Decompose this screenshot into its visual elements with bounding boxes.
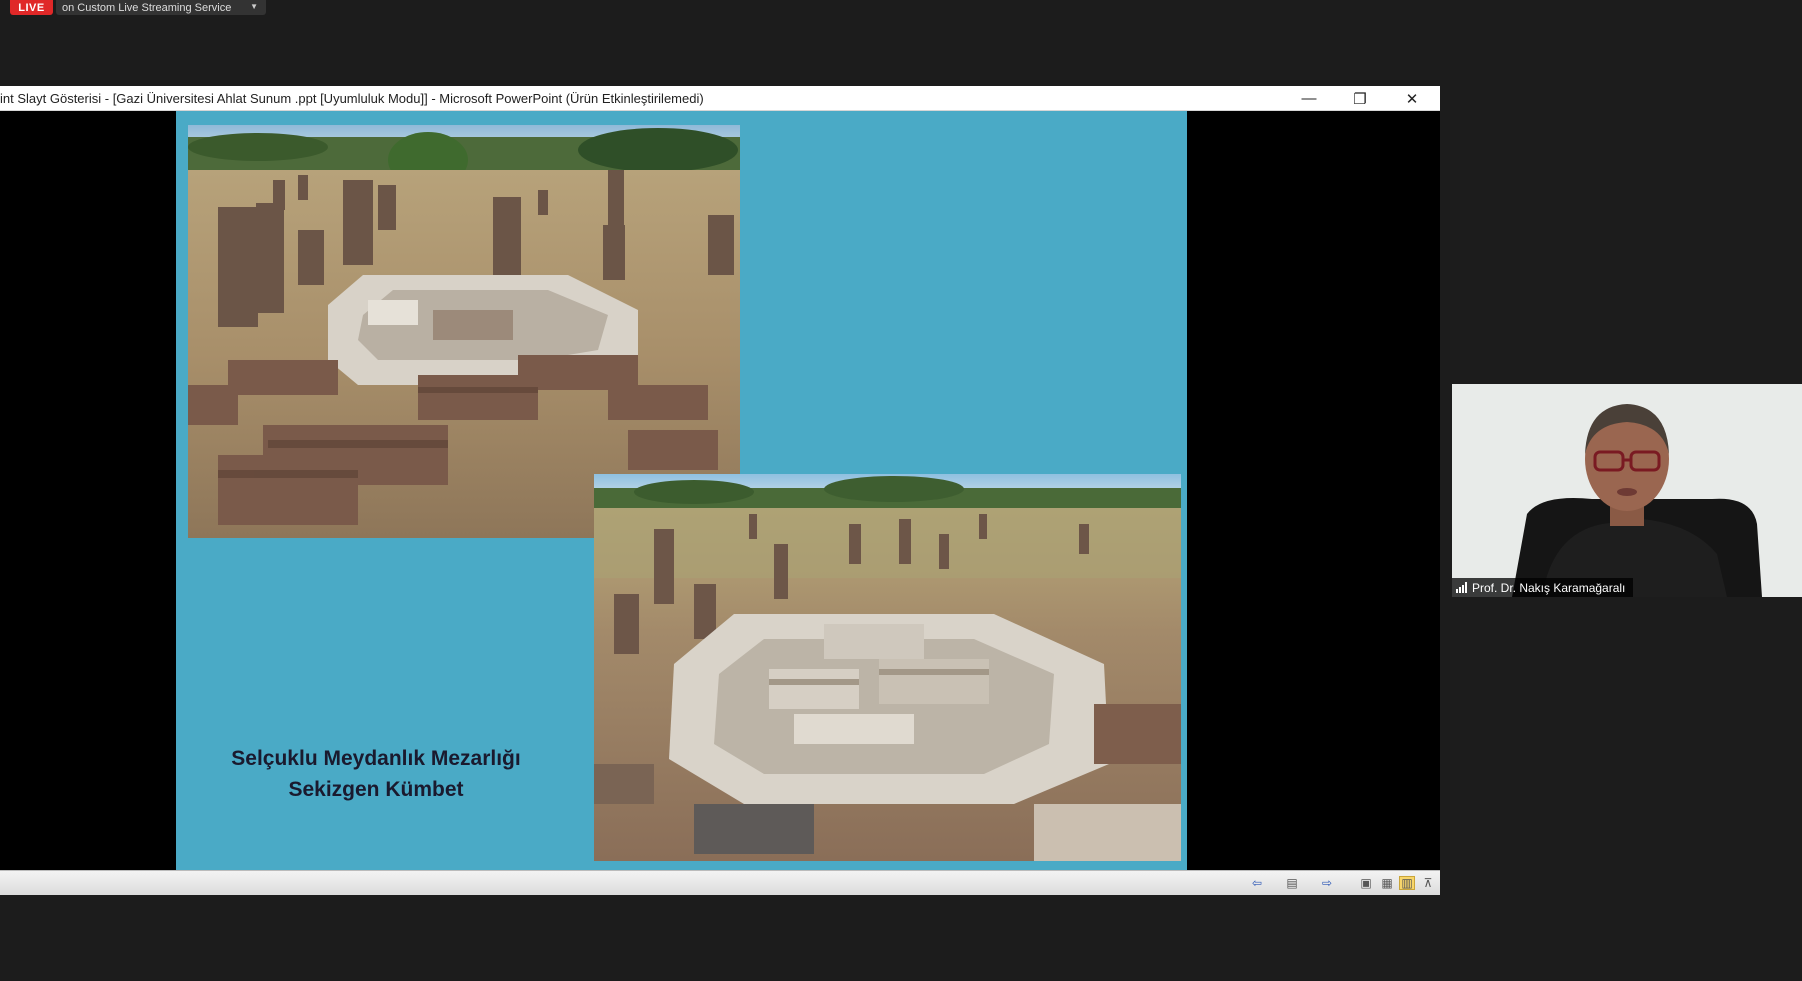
slide-menu-icon[interactable]: ▤	[1284, 876, 1300, 890]
stream-service-label: on Custom Live Streaming Service	[62, 1, 232, 14]
slideshow-view-icon[interactable]: ⊼	[1420, 876, 1436, 890]
slideshow-statusbar: ⇦ ▤ ⇨ ▣ ▦ ▥ ⊼	[0, 870, 1440, 895]
caption-line-2: Sekizgen Kümbet	[288, 778, 464, 801]
participant-video[interactable]	[1452, 384, 1802, 597]
window-titlebar: int Slayt Gösterisi - [Gazi Üniversitesi…	[0, 86, 1440, 111]
stream-service-dropdown[interactable]: on Custom Live Streaming Service ▼	[56, 0, 266, 15]
caption-line-1: Selçuklu Meydanlık Mezarlığı	[231, 747, 521, 770]
reading-view-icon[interactable]: ▥	[1399, 876, 1415, 890]
normal-view-icon[interactable]: ▣	[1358, 876, 1374, 890]
live-badge: LIVE	[10, 0, 53, 15]
cemetery-photo-bottom	[594, 474, 1181, 861]
cemetery-image-bottom	[594, 474, 1181, 861]
powerpoint-window: int Slayt Gösterisi - [Gazi Üniversitesi…	[0, 86, 1440, 895]
participant-name-tag: Prof. Dr. Nakış Karamağaralı	[1452, 578, 1634, 597]
signal-strength-icon	[1456, 582, 1467, 593]
participant-video-frame	[1452, 384, 1802, 597]
minimize-button[interactable]: —	[1286, 86, 1332, 111]
chevron-down-icon: ▼	[250, 2, 258, 11]
previous-slide-icon[interactable]: ⇦	[1249, 876, 1265, 890]
slide-sorter-view-icon[interactable]: ▦	[1379, 876, 1395, 890]
slideshow-stage: Selçuklu Meydanlık Mezarlığı Sekizgen Kü…	[0, 111, 1440, 870]
restore-button[interactable]: ❐	[1337, 86, 1383, 111]
window-title: int Slayt Gösterisi - [Gazi Üniversitesi…	[0, 91, 704, 106]
close-button[interactable]: ✕	[1389, 86, 1435, 111]
participant-name: Prof. Dr. Nakış Karamağaralı	[1472, 580, 1626, 595]
slide[interactable]: Selçuklu Meydanlık Mezarlığı Sekizgen Kü…	[176, 111, 1187, 870]
slide-caption: Selçuklu Meydanlık Mezarlığı Sekizgen Kü…	[226, 743, 526, 805]
next-slide-icon[interactable]: ⇨	[1319, 876, 1335, 890]
